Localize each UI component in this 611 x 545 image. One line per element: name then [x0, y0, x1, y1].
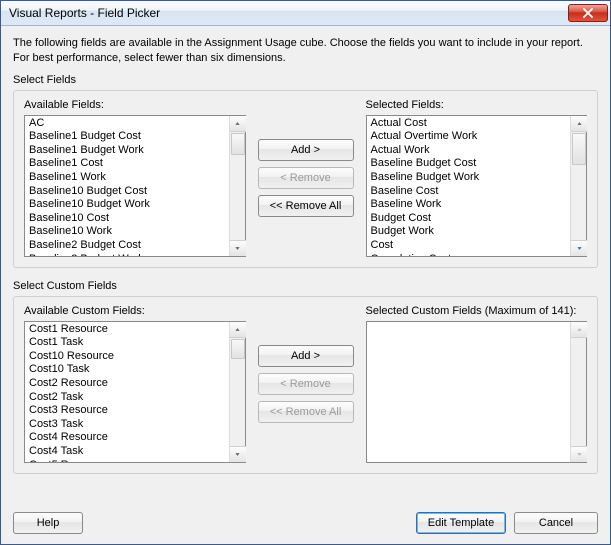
help-button[interactable]: Help	[13, 512, 83, 534]
list-item[interactable]: Baseline1 Budget Work	[27, 144, 227, 158]
list-item[interactable]: Baseline Budget Work	[369, 171, 569, 185]
list-item[interactable]: Baseline10 Cost	[27, 212, 227, 226]
scrollbar[interactable]	[229, 322, 245, 462]
list-item[interactable]: Cost	[369, 239, 569, 253]
available-custom-listbox[interactable]: Cost1 ResourceCost1 TaskCost10 ResourceC…	[24, 321, 246, 463]
available-fields-column: Available Fields: ACBaseline1 Budget Cos…	[24, 99, 246, 257]
scroll-down-icon[interactable]	[230, 240, 246, 256]
remove-all-custom-button[interactable]: << Remove All	[258, 401, 354, 423]
list-item[interactable]: Baseline10 Work	[27, 225, 227, 239]
list-item[interactable]: Cost1 Resource	[27, 323, 227, 337]
selected-fields-label: Selected Fields:	[366, 99, 588, 111]
available-fields-label: Available Fields:	[24, 99, 246, 111]
titlebar: Visual Reports - Field Picker	[1, 1, 610, 26]
fields-button-column: Add > < Remove << Remove All	[256, 99, 356, 217]
list-item[interactable]: Baseline1 Work	[27, 171, 227, 185]
list-item[interactable]: AC	[27, 117, 227, 131]
list-item[interactable]: Baseline Work	[369, 198, 569, 212]
list-item[interactable]: Cost4 Task	[27, 445, 227, 459]
remove-custom-button[interactable]: < Remove	[258, 373, 354, 395]
scroll-down-icon[interactable]	[571, 446, 587, 462]
list-item[interactable]: Baseline Cost	[369, 185, 569, 199]
scroll-thumb[interactable]	[231, 133, 245, 155]
list-item[interactable]: Budget Cost	[369, 212, 569, 226]
edit-template-button[interactable]: Edit Template	[416, 512, 506, 534]
list-item[interactable]: Cost3 Task	[27, 418, 227, 432]
close-button[interactable]	[568, 4, 608, 22]
scroll-up-icon[interactable]	[571, 116, 587, 132]
list-item[interactable]: Baseline2 Budget Cost	[27, 239, 227, 253]
list-item[interactable]: Cost2 Task	[27, 391, 227, 405]
scrollbar[interactable]	[229, 116, 245, 256]
add-field-button[interactable]: Add >	[258, 139, 354, 161]
dialog-window: Visual Reports - Field Picker The follow…	[0, 0, 611, 545]
scroll-down-icon[interactable]	[571, 240, 587, 256]
available-custom-column: Available Custom Fields: Cost1 ResourceC…	[24, 305, 246, 463]
select-fields-label: Select Fields	[13, 74, 598, 86]
add-custom-button[interactable]: Add >	[258, 345, 354, 367]
scroll-thumb[interactable]	[231, 339, 245, 359]
list-item[interactable]: Baseline Budget Cost	[369, 157, 569, 171]
list-item[interactable]: Baseline1 Cost	[27, 157, 227, 171]
scroll-up-icon[interactable]	[230, 116, 246, 132]
list-item[interactable]: Baseline10 Budget Cost	[27, 185, 227, 199]
available-custom-label: Available Custom Fields:	[24, 305, 246, 317]
list-item[interactable]: Cost10 Resource	[27, 350, 227, 364]
remove-all-fields-button[interactable]: << Remove All	[258, 195, 354, 217]
selected-custom-column: Selected Custom Fields (Maximum of 141):	[366, 305, 588, 463]
list-item[interactable]: Baseline10 Budget Work	[27, 198, 227, 212]
selected-custom-label: Selected Custom Fields (Maximum of 141):	[366, 305, 588, 317]
window-title: Visual Reports - Field Picker	[9, 6, 568, 20]
list-item[interactable]: Cost10 Task	[27, 363, 227, 377]
selected-fields-column: Selected Fields: Actual CostActual Overt…	[366, 99, 588, 257]
list-item[interactable]: Actual Cost	[369, 117, 569, 131]
scrollbar[interactable]	[570, 116, 586, 256]
close-icon	[583, 8, 593, 18]
list-item[interactable]: Cost5 Resource	[27, 459, 227, 462]
list-item[interactable]: Budget Work	[369, 225, 569, 239]
list-item[interactable]: Cost1 Task	[27, 336, 227, 350]
list-item[interactable]: Cost2 Resource	[27, 377, 227, 391]
select-custom-fields-group: Available Custom Fields: Cost1 ResourceC…	[13, 296, 598, 474]
list-item[interactable]: Actual Work	[369, 144, 569, 158]
list-item[interactable]: Cost3 Resource	[27, 404, 227, 418]
select-custom-fields-label: Select Custom Fields	[13, 280, 598, 292]
list-item[interactable]: Actual Overtime Work	[369, 130, 569, 144]
list-item[interactable]: Baseline1 Budget Cost	[27, 130, 227, 144]
available-fields-listbox[interactable]: ACBaseline1 Budget CostBaseline1 Budget …	[24, 115, 246, 257]
select-fields-group: Available Fields: ACBaseline1 Budget Cos…	[13, 90, 598, 268]
dialog-content: The following fields are available in th…	[1, 26, 610, 504]
selected-custom-listbox[interactable]	[366, 321, 588, 463]
list-item[interactable]: Cumulative Cost	[369, 253, 569, 256]
selected-fields-listbox[interactable]: Actual CostActual Overtime WorkActual Wo…	[366, 115, 588, 257]
scroll-thumb[interactable]	[572, 133, 586, 165]
scroll-up-icon[interactable]	[230, 322, 246, 338]
instruction-text: The following fields are available in th…	[13, 36, 598, 66]
custom-button-column: Add > < Remove << Remove All	[256, 305, 356, 423]
list-item[interactable]: Baseline2 Budget Work	[27, 253, 227, 256]
scrollbar[interactable]	[570, 322, 586, 462]
cancel-button[interactable]: Cancel	[514, 512, 598, 534]
scroll-up-icon[interactable]	[571, 322, 587, 338]
dialog-footer: Help Edit Template Cancel	[1, 504, 610, 544]
scroll-down-icon[interactable]	[230, 446, 246, 462]
list-item[interactable]: Cost4 Resource	[27, 431, 227, 445]
remove-field-button[interactable]: < Remove	[258, 167, 354, 189]
